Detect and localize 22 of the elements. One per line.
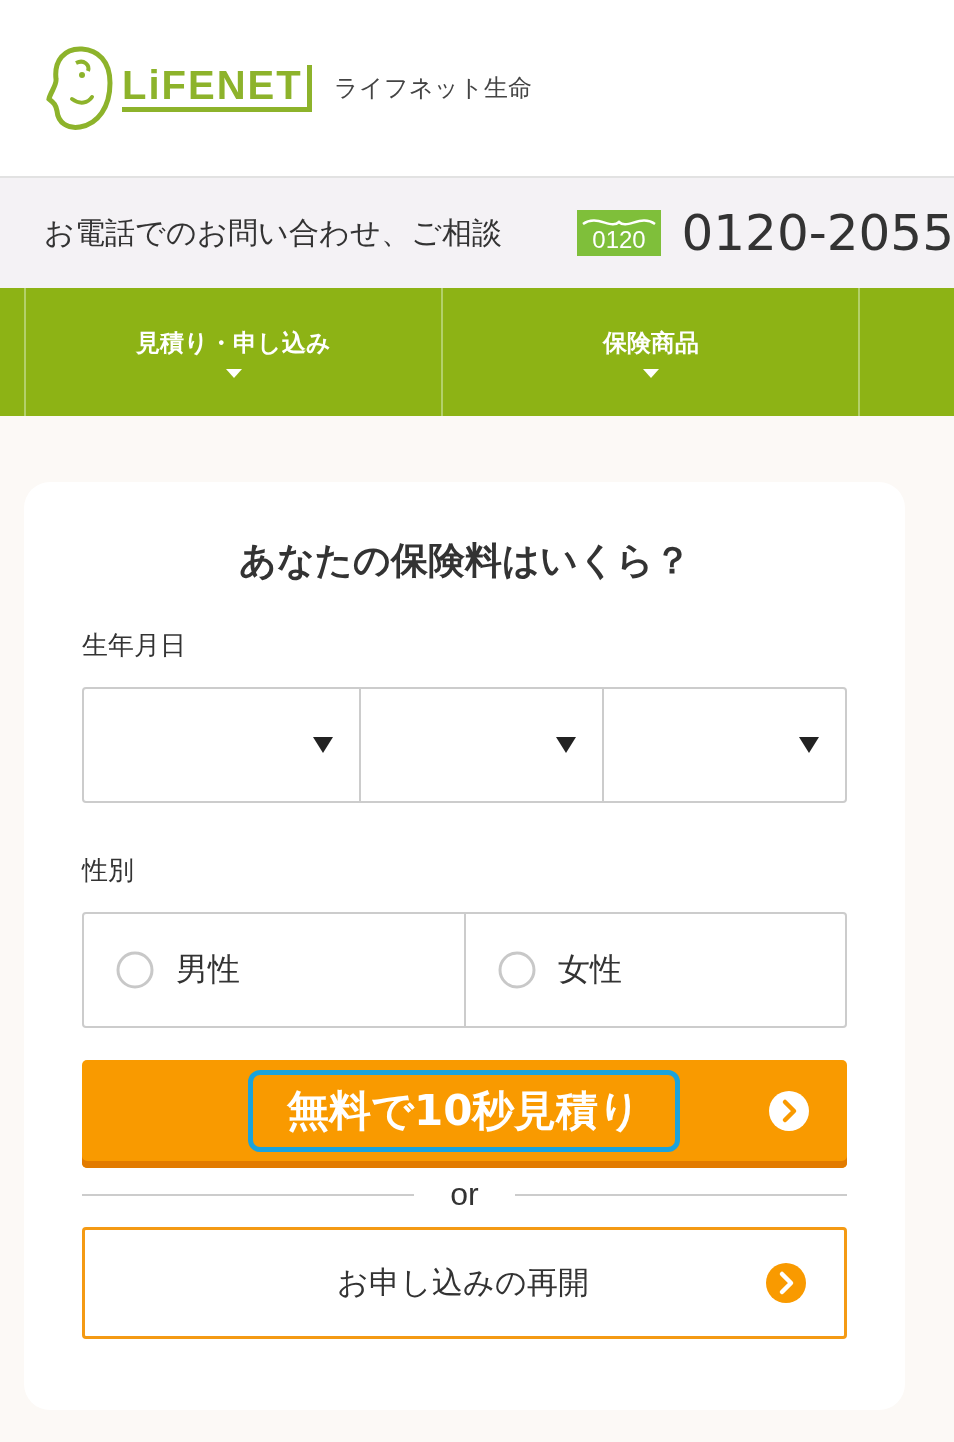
gender-option[interactable]: 男性 xyxy=(84,914,464,1026)
field-label: 性別 xyxy=(82,854,135,887)
form-title: あなたの保険料はいくら？ xyxy=(237,538,692,584)
radio-button[interactable] xyxy=(497,951,536,989)
gender-option[interactable]: 女性 xyxy=(463,914,845,1026)
option-label: 男性 xyxy=(176,949,240,990)
contact-label: お電話でのお問い合わせ、ご相談 xyxy=(44,213,503,252)
option-label: 女性 xyxy=(557,949,622,990)
phone-number[interactable]: 0120-2055 xyxy=(681,204,954,262)
radio-button[interactable] xyxy=(116,951,154,989)
or-separator: or xyxy=(450,1176,479,1213)
company-name: ライフネット生命 xyxy=(333,73,532,104)
logo-text: LiFENET xyxy=(122,64,312,112)
resume-button[interactable]: お申し込みの再開 xyxy=(82,1227,847,1339)
chevron-icon xyxy=(769,1091,809,1131)
nav-label: 見積り・申し込み xyxy=(136,327,331,359)
caret-icon xyxy=(225,368,242,378)
nav-label: 保険商品 xyxy=(602,327,699,359)
chevron-icon xyxy=(766,1263,806,1303)
caret-icon xyxy=(642,368,659,378)
head-logo-icon xyxy=(46,45,114,131)
field-label: 生年月日 xyxy=(82,629,187,662)
